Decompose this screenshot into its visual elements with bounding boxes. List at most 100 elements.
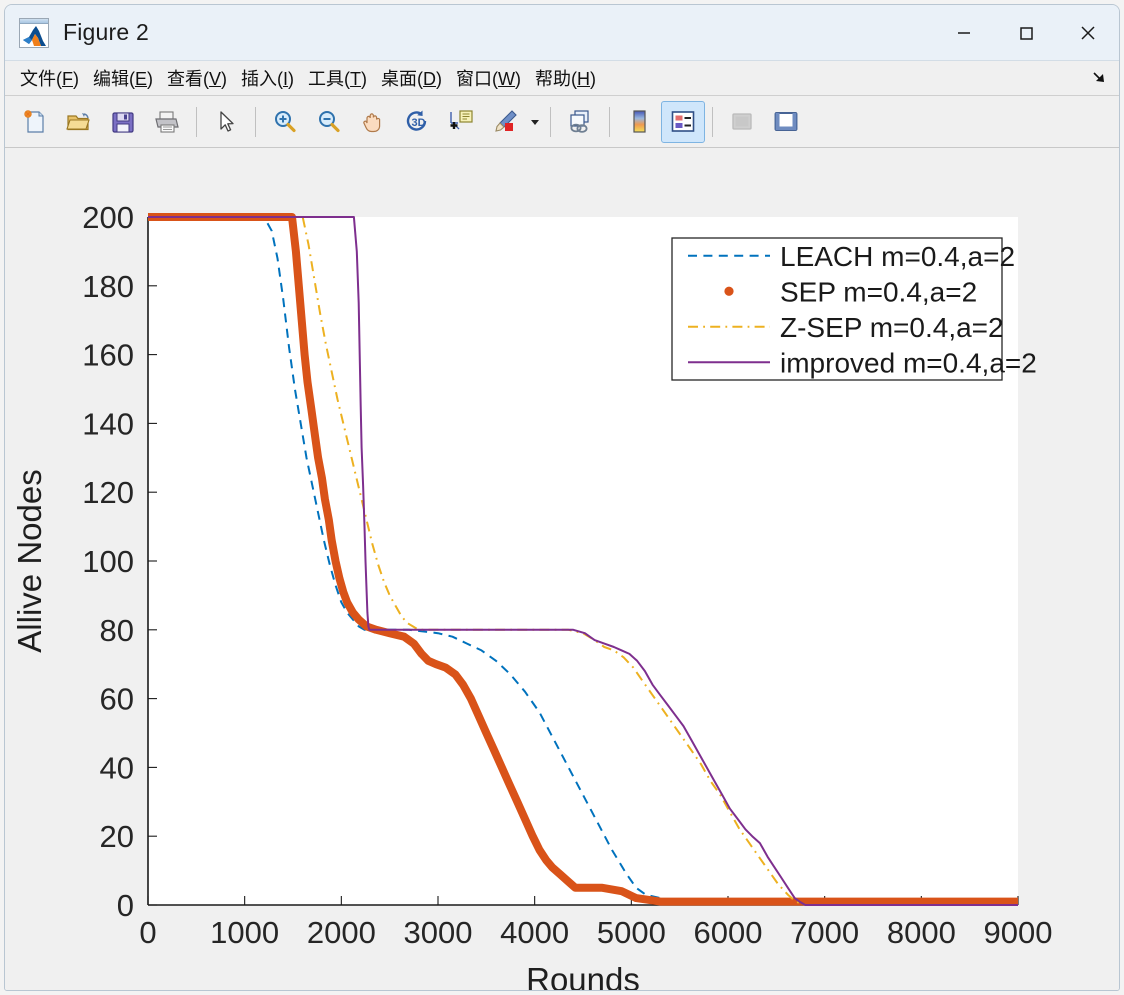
line-chart: 0 1000 2000 3000 4000 5000 6000 7000 8000 9000 0 20… — [11, 200, 1053, 990]
legend-label-0: LEACH m=0.4,a=2 — [780, 241, 1015, 272]
zoom-in-button[interactable] — [263, 101, 307, 143]
menu-item-tools[interactable]: 工具(T) — [301, 63, 374, 93]
separator-5 — [712, 106, 713, 137]
legend-button[interactable] — [661, 100, 705, 143]
y-tick-label-3: 60 — [100, 682, 134, 717]
print-figure-button[interactable] — [145, 101, 189, 143]
menu-label-insert: 插入( — [241, 69, 284, 89]
y-tick-label-10: 200 — [82, 200, 134, 235]
menu-key-view: V — [209, 69, 222, 89]
pointer-select-button[interactable] — [204, 101, 248, 143]
menu-bar: 文件(F) 编辑(E) 查看(V) 插入(I) 工具(T) 桌面(D) 窗口(W… — [5, 60, 1119, 96]
y-tick-label-0: 0 — [117, 888, 134, 923]
separator-1 — [196, 106, 197, 137]
link-plot-icon — [570, 109, 589, 133]
chart-legend[interactable]: LEACH m=0.4,a=2 SEP m=0.4,a=2 Z-SEP m=0.4,… — [671, 237, 1037, 381]
separator-2 — [255, 106, 256, 137]
printer-icon — [155, 110, 179, 133]
zoom-in-icon — [275, 110, 296, 132]
brush-icon — [495, 109, 517, 132]
rotate-3d-icon: 3D — [406, 110, 427, 131]
pan-button[interactable] — [351, 101, 395, 143]
save-figure-button[interactable] — [101, 101, 145, 143]
menu-key-file: F — [62, 69, 73, 89]
menu-item-insert[interactable]: 插入(I) — [234, 63, 301, 93]
menu-item-view[interactable]: 查看(V) — [160, 63, 234, 93]
colorbar-button[interactable] — [617, 101, 661, 143]
menu-item-file[interactable]: 文件(F) — [13, 63, 86, 93]
x-tick-label-2: 2000 — [307, 915, 376, 950]
x-tick-label-6: 6000 — [694, 915, 763, 950]
menu-key-tools: T — [350, 69, 362, 89]
x-tick-label-4: 4000 — [500, 915, 569, 950]
menu-item-desktop[interactable]: 桌面(D) — [374, 63, 449, 93]
show-plot-tools-button[interactable] — [764, 101, 808, 143]
menu-item-edit[interactable]: 编辑(E) — [86, 63, 160, 93]
rotate-3d-button[interactable]: 3D — [395, 101, 439, 143]
menu-label-desktop: 桌面( — [381, 69, 424, 89]
show-plot-tools-icon — [774, 111, 798, 131]
x-axis-label: Rounds — [526, 961, 640, 990]
x-tick-label-7: 7000 — [790, 915, 859, 950]
matlab-figure-window: Figure 2 文件(F) 编辑(E) 查看(V) 插入(I) 工具(T) 桌… — [0, 0, 1124, 995]
hand-pan-icon — [363, 112, 381, 132]
matlab-icon — [19, 17, 49, 48]
separator-4 — [609, 106, 610, 137]
legend-icon — [671, 110, 695, 132]
y-tick-label-6: 120 — [82, 475, 134, 510]
close-button[interactable] — [1057, 5, 1119, 60]
separator-3 — [550, 106, 551, 137]
y-tick-label-1: 20 — [100, 819, 134, 854]
menu-label-help: 帮助( — [535, 69, 578, 89]
hide-plot-tools-button[interactable] — [720, 101, 764, 143]
legend-marker-1 — [724, 286, 734, 296]
data-cursor-button[interactable] — [439, 101, 483, 143]
menu-key-window: W — [498, 69, 516, 89]
open-file-button[interactable] — [57, 101, 101, 143]
save-disk-icon — [112, 111, 134, 133]
cursor-arrow-icon — [220, 110, 234, 132]
brush-button[interactable] — [483, 101, 527, 143]
menu-label-tools: 工具( — [308, 69, 351, 89]
new-figure-button[interactable] — [13, 101, 57, 143]
x-tick-label-3: 3000 — [404, 915, 473, 950]
new-document-icon — [24, 109, 44, 133]
menu-label-file: 文件( — [20, 69, 62, 89]
figure-toolbar: 3D — [5, 96, 1119, 148]
legend-label-1: SEP m=0.4,a=2 — [780, 276, 977, 307]
dock-arrow-icon[interactable] — [1089, 67, 1111, 89]
zoom-out-icon — [319, 110, 340, 132]
title-bar: Figure 2 — [5, 5, 1119, 60]
colorbar-icon — [633, 109, 646, 133]
svg-text:3D: 3D — [412, 117, 426, 129]
y-tick-label-8: 160 — [82, 338, 134, 373]
menu-item-window[interactable]: 窗口(W) — [449, 63, 528, 93]
maximize-button[interactable] — [995, 5, 1057, 60]
x-tick-label-9: 9000 — [984, 915, 1053, 950]
menu-key-desktop: D — [423, 69, 437, 89]
figure-window: Figure 2 文件(F) 编辑(E) 查看(V) 插入(I) 工具(T) 桌… — [4, 4, 1120, 991]
brush-dropdown[interactable] — [527, 101, 543, 143]
hide-plot-tools-icon — [732, 112, 752, 130]
x-tick-label-5: 5000 — [597, 915, 666, 950]
menu-item-help[interactable]: 帮助(H) — [528, 63, 603, 93]
window-controls — [933, 5, 1119, 60]
menu-label-window: 窗口( — [456, 69, 499, 89]
open-folder-icon — [66, 112, 90, 130]
menu-key-help: H — [577, 69, 591, 89]
y-tick-label-9: 180 — [82, 269, 134, 304]
y-tick-label-7: 140 — [82, 406, 134, 441]
x-tick-label-8: 8000 — [887, 915, 956, 950]
y-tick-label-4: 80 — [100, 613, 134, 648]
chevron-down-icon — [531, 119, 539, 125]
minimize-button[interactable] — [933, 5, 995, 60]
zoom-out-button[interactable] — [307, 101, 351, 143]
legend-label-2: Z-SEP m=0.4,a=2 — [780, 312, 1004, 343]
link-data-button[interactable] — [558, 101, 602, 143]
window-title: Figure 2 — [63, 19, 149, 45]
y-axis-label: Allive Nodes — [11, 469, 48, 652]
y-tick-label-2: 40 — [100, 750, 134, 785]
figure-canvas: 0 1000 2000 3000 4000 5000 6000 7000 8000 9000 0 20… — [5, 148, 1119, 990]
data-cursor-icon — [450, 109, 473, 129]
y-tick-label-5: 100 — [82, 544, 134, 579]
